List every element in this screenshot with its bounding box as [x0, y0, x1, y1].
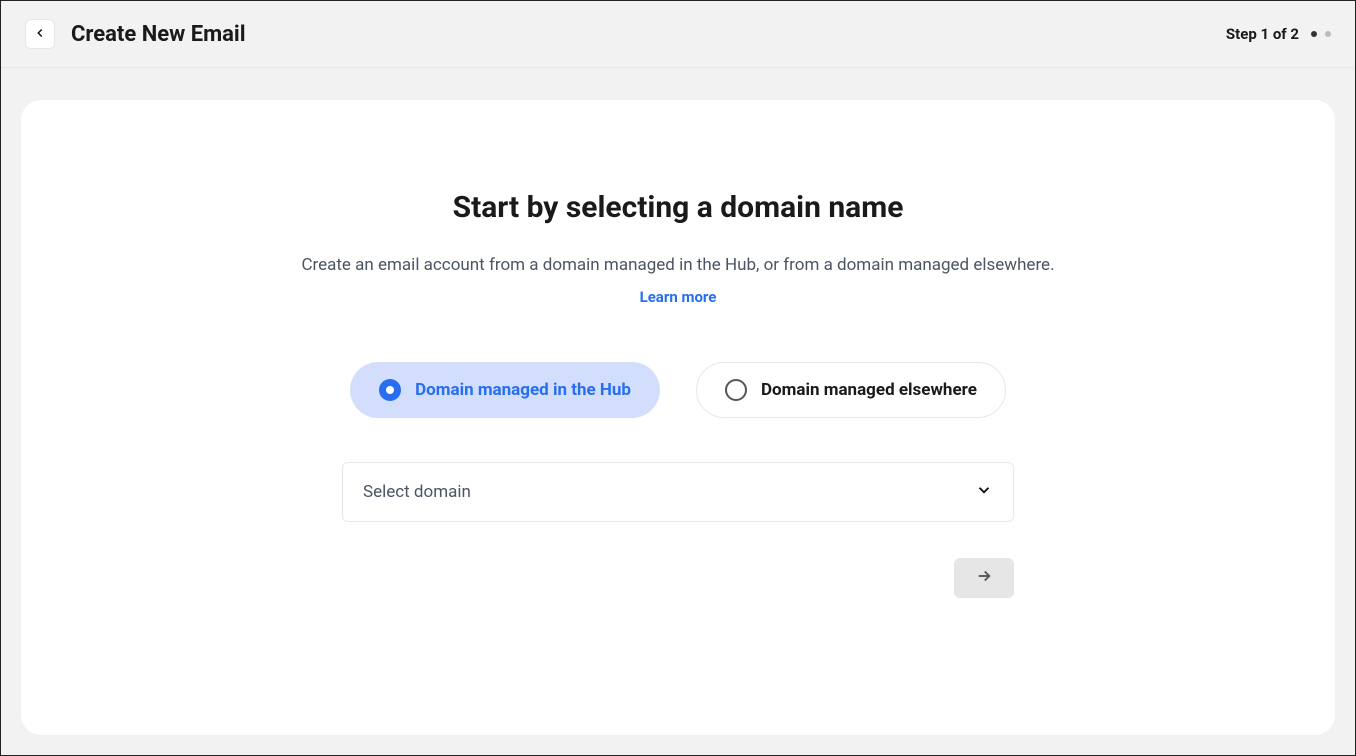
header-right: Step 1 of 2	[1226, 25, 1331, 43]
page-header: Create New Email Step 1 of 2	[1, 1, 1355, 68]
option-domain-hub-label: Domain managed in the Hub	[415, 380, 631, 400]
radio-selected-icon	[379, 379, 401, 401]
back-button[interactable]	[25, 19, 55, 49]
form-area: Select domain	[342, 462, 1014, 598]
main-card: Start by selecting a domain name Create …	[21, 100, 1335, 735]
step-dots	[1311, 31, 1331, 37]
chevron-left-icon	[33, 26, 47, 43]
arrow-right-icon	[975, 567, 993, 588]
domain-option-group: Domain managed in the Hub Domain managed…	[350, 362, 1006, 418]
content-area: Start by selecting a domain name Create …	[1, 68, 1355, 755]
learn-more-link[interactable]: Learn more	[640, 288, 717, 306]
page-title: Create New Email	[71, 22, 246, 47]
option-domain-elsewhere-label: Domain managed elsewhere	[761, 380, 977, 400]
next-row	[342, 558, 1014, 598]
chevron-down-icon	[975, 481, 993, 503]
option-domain-elsewhere[interactable]: Domain managed elsewhere	[696, 362, 1006, 418]
domain-select[interactable]: Select domain	[342, 462, 1014, 522]
step-dot-1	[1311, 31, 1317, 37]
option-domain-hub[interactable]: Domain managed in the Hub	[350, 362, 660, 418]
card-heading: Start by selecting a domain name	[453, 190, 904, 225]
domain-select-placeholder: Select domain	[363, 482, 471, 502]
step-dot-2	[1325, 31, 1331, 37]
step-indicator: Step 1 of 2	[1226, 25, 1299, 43]
radio-unselected-icon	[725, 379, 747, 401]
next-button[interactable]	[954, 558, 1014, 598]
card-subheading: Create an email account from a domain ma…	[298, 249, 1058, 314]
header-left: Create New Email	[25, 19, 246, 49]
subheading-text: Create an email account from a domain ma…	[301, 255, 1054, 275]
